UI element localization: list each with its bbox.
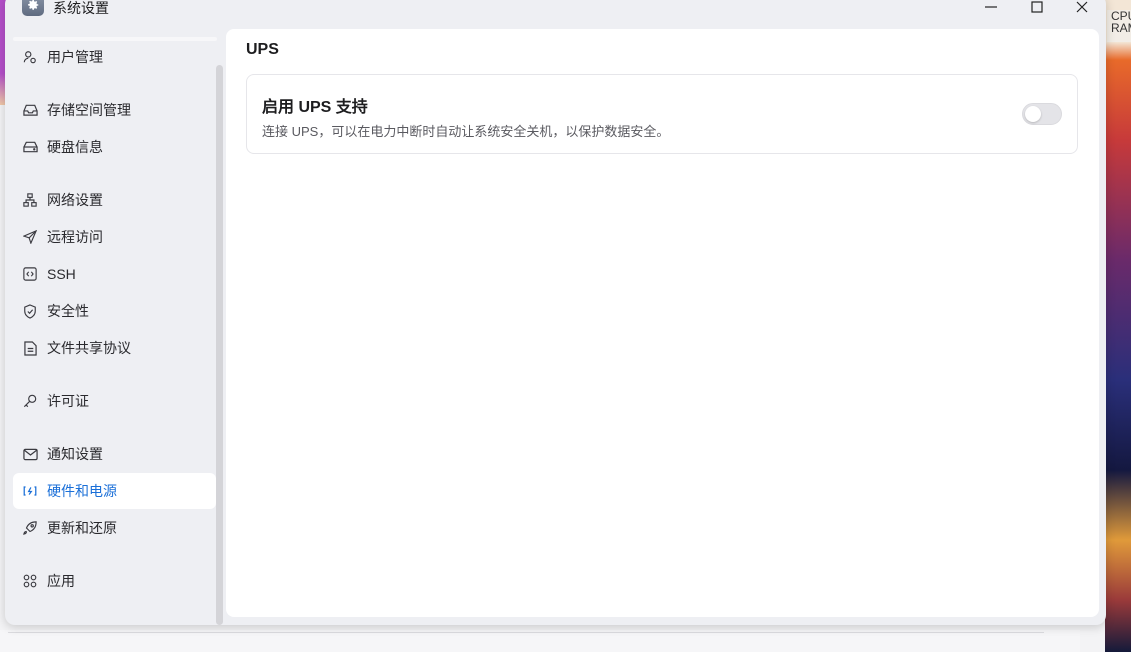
sidebar-item-ssh[interactable]: SSH (13, 256, 216, 292)
user-icon (22, 49, 38, 65)
settings-sidebar: 用户管理 存储空间管理 硬盘信息 网络设置 远程访问 SSH 安全性 文件共享协… (5, 28, 220, 625)
sidebar-item-remote-access[interactable]: 远程访问 (13, 219, 216, 255)
sidebar-item-label: 许可证 (47, 393, 89, 409)
sidebar-item-label: 文件共享协议 (47, 340, 131, 356)
minimize-icon (985, 6, 997, 8)
sidebar-item-notifications[interactable]: 通知设置 (13, 436, 216, 472)
settings-app-icon (22, 0, 44, 16)
key-icon (22, 393, 38, 409)
shield-icon (22, 303, 38, 319)
window-title: 系统设置 (53, 0, 109, 16)
close-icon (1076, 1, 1088, 13)
sidebar-item-file-sharing[interactable]: 文件共享协议 (13, 330, 216, 366)
sidebar-item-label: 远程访问 (47, 229, 103, 245)
rocket-icon (22, 520, 38, 536)
power-icon (22, 483, 38, 499)
settings-window: 系统设置 用户管理 存储空间管理 硬盘信息 网络设置 远程访问 SSH 安全性 … (5, 0, 1106, 625)
main-content-panel: UPS 启用 UPS 支持 连接 UPS，可以在电力中断时自动让系统安全关机，以… (226, 29, 1099, 617)
ups-card-description: 连接 UPS，可以在电力中断时自动让系统安全关机，以保护数据安全。 (262, 124, 670, 139)
sidebar-item-network[interactable]: 网络设置 (13, 182, 216, 218)
ups-card-title: 启用 UPS 支持 (262, 99, 368, 116)
sidebar-item-hardware-power[interactable]: 硬件和电源 (13, 473, 216, 509)
sidebar-item-label: 安全性 (47, 303, 89, 319)
sidebar-scrollbar[interactable] (216, 65, 223, 625)
toggle-knob (1025, 106, 1041, 122)
sidebar-item-label: 通知设置 (47, 446, 103, 462)
mail-icon (22, 446, 38, 462)
title-bar[interactable]: 系统设置 (5, 0, 1106, 28)
close-button[interactable] (1060, 0, 1104, 20)
sidebar-item-label: SSH (47, 266, 76, 282)
sidebar-item-label: 网络设置 (47, 192, 103, 208)
sidebar-item-apps[interactable]: 应用 (13, 563, 216, 599)
desktop-bottom-strip (0, 630, 1080, 652)
file-icon (22, 340, 38, 356)
widget-ram-label: RAM (1111, 21, 1131, 35)
send-icon (22, 229, 38, 245)
ups-settings-card: 启用 UPS 支持 连接 UPS，可以在电力中断时自动让系统安全关机，以保护数据… (246, 74, 1078, 154)
sidebar-item-user-management[interactable]: 用户管理 (13, 39, 216, 75)
sidebar-item-label: 更新和还原 (47, 520, 117, 536)
desktop-wallpaper-right (1105, 0, 1131, 652)
storage-icon (22, 102, 38, 118)
sidebar-item-security[interactable]: 安全性 (13, 293, 216, 329)
disk-icon (22, 139, 38, 155)
maximize-button[interactable] (1015, 0, 1059, 20)
system-monitor-widget: CPU RAM (1107, 10, 1131, 42)
sidebar-item-label: 用户管理 (47, 49, 103, 65)
section-title: UPS (246, 41, 279, 58)
minimize-button[interactable] (969, 0, 1013, 20)
network-icon (22, 192, 38, 208)
sidebar-item-update-restore[interactable]: 更新和还原 (13, 510, 216, 546)
sidebar-item-label: 硬盘信息 (47, 139, 103, 155)
enable-ups-toggle[interactable] (1022, 103, 1062, 125)
sidebar-item-disk-info[interactable]: 硬盘信息 (13, 129, 216, 165)
maximize-icon (1031, 1, 1043, 13)
divider (8, 632, 1044, 633)
sidebar-item-label: 存储空间管理 (47, 102, 131, 118)
sidebar-item-label: 应用 (47, 573, 75, 589)
sidebar-item-license[interactable]: 许可证 (13, 383, 216, 419)
sidebar-item-label: 硬件和电源 (47, 483, 117, 499)
sidebar-item-storage[interactable]: 存储空间管理 (13, 92, 216, 128)
apps-icon (22, 573, 38, 589)
code-icon (22, 266, 38, 282)
